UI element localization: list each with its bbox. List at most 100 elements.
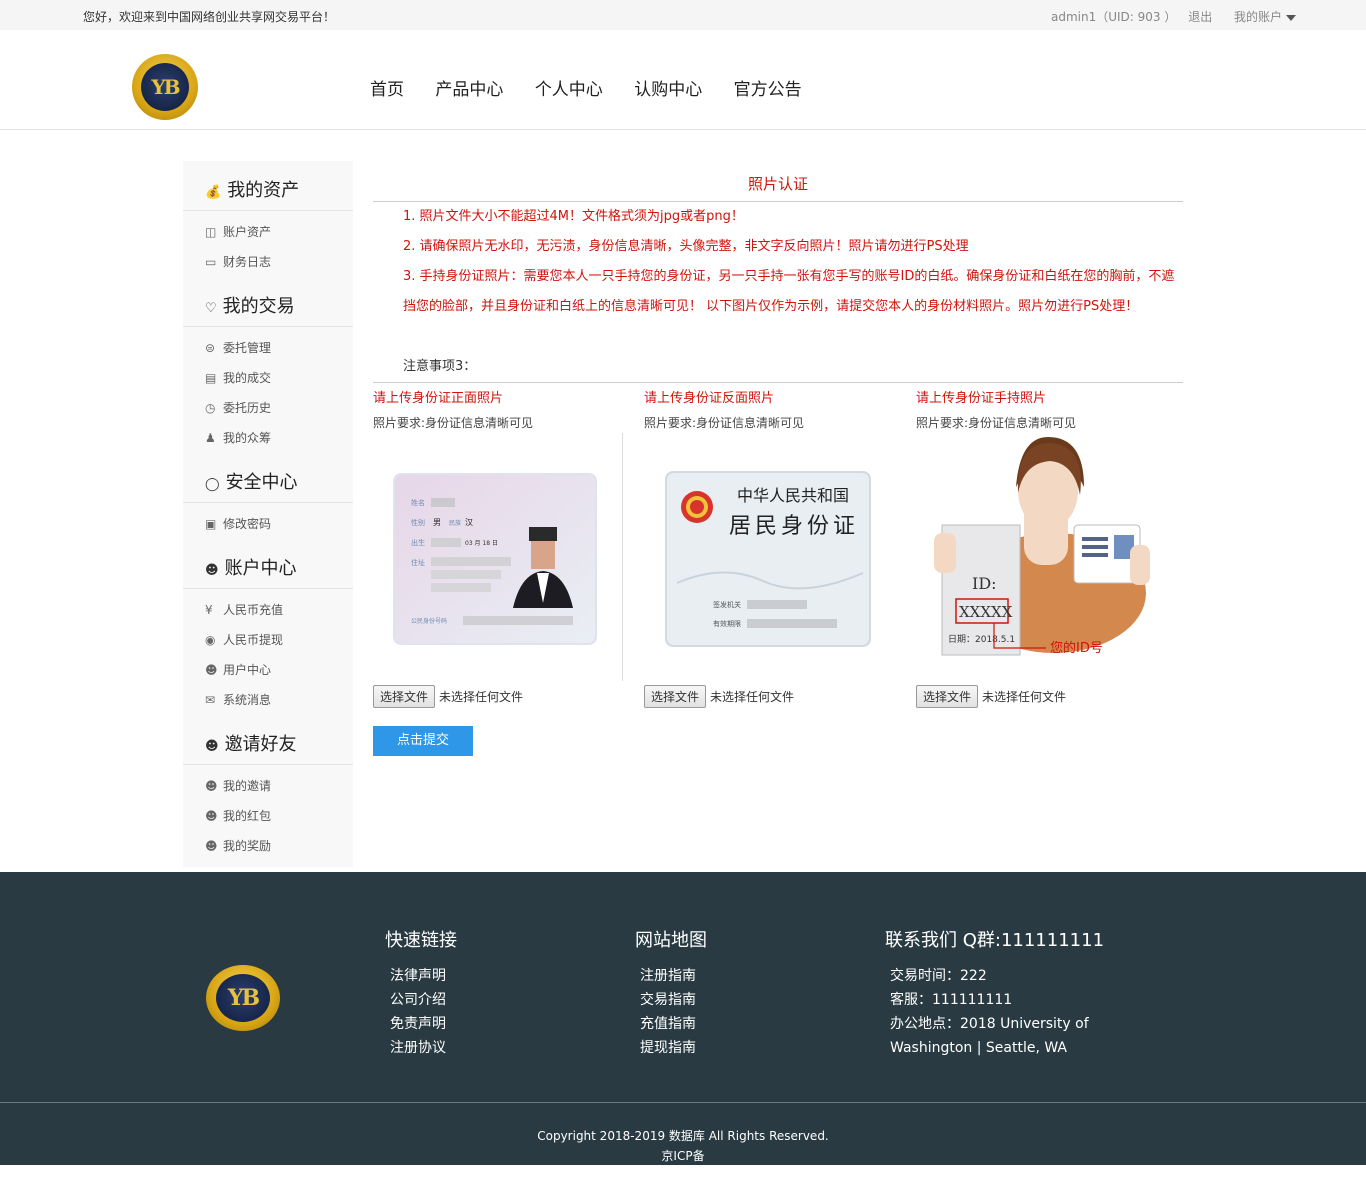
- my-account-menu[interactable]: 我的账户: [1234, 10, 1297, 24]
- note-1: 1. 照片文件大小不能超过4M！文件格式须为jpg或者png！: [403, 209, 744, 224]
- nav-subscribe[interactable]: 认购中心: [634, 80, 702, 100]
- sidebar-heading: ◯ 安全中心: [183, 453, 353, 503]
- bottom-band: [0, 1165, 1366, 1193]
- footer-link[interactable]: 提现指南: [635, 1036, 707, 1060]
- choose-file-button[interactable]: 选择文件: [644, 685, 707, 708]
- welcome-text: 您好，欢迎来到中国网络创业共享网交易平台！: [83, 10, 336, 24]
- sidebar-item-my-deals[interactable]: ▤ 我的成交: [183, 363, 353, 393]
- svg-text:您的ID号: 您的ID号: [1050, 640, 1103, 656]
- divider: [0, 1102, 1366, 1103]
- heart-hand-icon: ♡: [205, 301, 217, 316]
- footer-link[interactable]: 法律声明: [385, 964, 457, 988]
- folder-icon: ▭: [205, 255, 217, 269]
- top-bar: 您好，欢迎来到中国网络创业共享网交易平台！ admin1（UID: 903 ） …: [0, 0, 1366, 30]
- file-input-front[interactable]: 选择文件 未选择任何文件: [373, 685, 523, 708]
- mail-icon: ✉: [205, 693, 216, 707]
- svg-text:日期：2018.5.1: 日期：2018.5.1: [948, 634, 1015, 645]
- sidebar: 💰 我的资产 ◫ 账户资产 ▭ 财务日志 ♡ 我的交易 ⊜ 委托管理 ▤ 我的成交 ◷ 委托历…: [183, 161, 353, 867]
- nav-personal[interactable]: 个人中心: [535, 80, 603, 100]
- divider: [622, 433, 623, 681]
- svg-text:中华人民共和国: 中华人民共和国: [737, 486, 849, 505]
- sidebar-item-rmb-deposit[interactable]: ¥ 人民币充值: [183, 595, 353, 625]
- choose-file-button[interactable]: 选择文件: [373, 685, 436, 708]
- note-extra: 注意事项3：: [403, 359, 477, 374]
- lock-icon: ▣: [205, 517, 217, 531]
- list-circle-icon: ⊜: [205, 341, 216, 355]
- sidebar-item-rmb-withdraw[interactable]: ◉ 人民币提现: [183, 625, 353, 655]
- divider: [373, 382, 1183, 383]
- sidebar-section-assets: 💰 我的资产 ◫ 账户资产 ▭ 财务日志: [183, 161, 353, 277]
- file-status: 未选择任何文件: [439, 690, 524, 704]
- footer-link[interactable]: 注册协议: [385, 1036, 457, 1060]
- choose-file-button[interactable]: 选择文件: [916, 685, 979, 708]
- yen-icon: ¥: [205, 603, 213, 617]
- upload-hand: 请上传身份证手持照片 照片要求:身份证信息清晰可见: [916, 391, 1077, 430]
- sidebar-item-orders[interactable]: ⊜ 委托管理: [183, 333, 353, 363]
- header: YB 首页 产品中心 个人中心 认购中心 官方公告: [0, 30, 1366, 130]
- note-3: 3. 手持身份证照片：需要您本人一只手持您的身份证，另一只手持一张有您手写的账号…: [403, 269, 1175, 314]
- footer-quick-links: 快速链接 法律声明 公司介绍 免责声明 注册协议: [385, 926, 457, 1060]
- svg-text:男: 男: [433, 518, 441, 527]
- site-logo[interactable]: YB: [132, 54, 198, 120]
- svg-text:出生: 出生: [411, 538, 425, 547]
- sidebar-item-user-center[interactable]: ☻ 用户中心: [183, 655, 353, 685]
- database-icon: ◫: [205, 225, 217, 239]
- nav-home[interactable]: 首页: [370, 80, 404, 100]
- footer-sitemap: 网站地图 注册指南 交易指南 充值指南 提现指南: [635, 926, 707, 1060]
- svg-text:公民身份号码: 公民身份号码: [411, 617, 447, 625]
- id-front-sample-image: 姓名 性别 男 民族 汉 出生 03 月 18 日 住址 公民身份号码: [381, 433, 621, 678]
- copyright: Copyright 2018-2019 数据库 All Rights Reser…: [0, 1126, 1366, 1166]
- svg-text:ID:: ID:: [972, 574, 997, 593]
- icp-link[interactable]: 京ICP备: [0, 1146, 1366, 1166]
- sidebar-heading: ♡ 我的交易: [183, 277, 353, 327]
- card-icon: ▤: [205, 371, 217, 385]
- sidebar-item-finance-log[interactable]: ▭ 财务日志: [183, 247, 353, 277]
- main-nav: 首页 产品中心 个人中心 认购中心 官方公告: [370, 75, 828, 100]
- group-icon: ♟: [205, 431, 216, 445]
- sidebar-item-red-packets[interactable]: ☻ 我的红包: [183, 801, 353, 831]
- footer-logo: YB: [206, 965, 280, 1031]
- svg-text:住址: 住址: [411, 558, 425, 567]
- footer-link[interactable]: 免责声明: [385, 1012, 457, 1036]
- user-icon: ☻: [205, 563, 219, 578]
- footer-link[interactable]: 充值指南: [635, 1012, 707, 1036]
- sidebar-section-trade: ♡ 我的交易 ⊜ 委托管理 ▤ 我的成交 ◷ 委托历史 ♟ 我的众筹: [183, 277, 353, 453]
- sidebar-item-rewards[interactable]: ☻ 我的奖励: [183, 831, 353, 861]
- svg-text:XXXXX: XXXXX: [959, 603, 1013, 621]
- nav-products[interactable]: 产品中心: [435, 80, 503, 100]
- coins-icon: ◉: [205, 633, 216, 647]
- sidebar-section-security: ◯ 安全中心 ▣ 修改密码: [183, 453, 353, 539]
- svg-text:有效期限: 有效期限: [713, 619, 741, 628]
- footer-link[interactable]: 公司介绍: [385, 988, 457, 1012]
- file-input-hand[interactable]: 选择文件 未选择任何文件: [916, 685, 1066, 708]
- file-status: 未选择任何文件: [710, 690, 795, 704]
- user-add-icon: ☻: [205, 779, 218, 793]
- sidebar-heading: 💰 我的资产: [183, 161, 353, 211]
- sidebar-section-account: ☻ 账户中心 ¥ 人民币充值 ◉ 人民币提现 ☻ 用户中心 ✉ 系统消息: [183, 539, 353, 715]
- id-hand-sample-image: ID: XXXXX 日期：2018.5.1 您的ID号: [924, 433, 1174, 678]
- sidebar-item-crowdfund[interactable]: ♟ 我的众筹: [183, 423, 353, 453]
- sidebar-heading: ☻ 邀请好友: [183, 715, 353, 765]
- file-input-back[interactable]: 选择文件 未选择任何文件: [644, 685, 794, 708]
- sidebar-item-messages[interactable]: ✉ 系统消息: [183, 685, 353, 715]
- user-add-icon: ☻: [205, 809, 218, 823]
- sidebar-item-order-history[interactable]: ◷ 委托历史: [183, 393, 353, 423]
- logout-link[interactable]: 退出: [1188, 10, 1212, 24]
- submit-button[interactable]: 点击提交: [373, 726, 473, 756]
- user-id-text: admin1（UID: 903 ）: [1051, 10, 1177, 24]
- user-icon: ☻: [205, 739, 219, 754]
- top-user-area: admin1（UID: 903 ） 退出 我的账户: [1051, 8, 1304, 25]
- svg-text:性别: 性别: [411, 518, 425, 527]
- money-bag-icon: 💰: [205, 185, 222, 200]
- file-status: 未选择任何文件: [982, 690, 1067, 704]
- sidebar-item-my-invites[interactable]: ☻ 我的邀请: [183, 771, 353, 801]
- upload-back: 请上传身份证反面照片 照片要求:身份证信息清晰可见: [644, 391, 805, 430]
- footer-link[interactable]: 注册指南: [635, 964, 707, 988]
- svg-text:汉: 汉: [465, 518, 473, 527]
- sidebar-item-change-password[interactable]: ▣ 修改密码: [183, 509, 353, 539]
- upload-front: 请上传身份证正面照片 照片要求:身份证信息清晰可见: [373, 391, 534, 430]
- sidebar-item-account-assets[interactable]: ◫ 账户资产: [183, 217, 353, 247]
- footer-link[interactable]: 交易指南: [635, 988, 707, 1012]
- id-back-sample-image: 中华人民共和国 居民身份证 签发机关 有效期限: [653, 433, 893, 678]
- nav-announcements[interactable]: 官方公告: [734, 80, 802, 100]
